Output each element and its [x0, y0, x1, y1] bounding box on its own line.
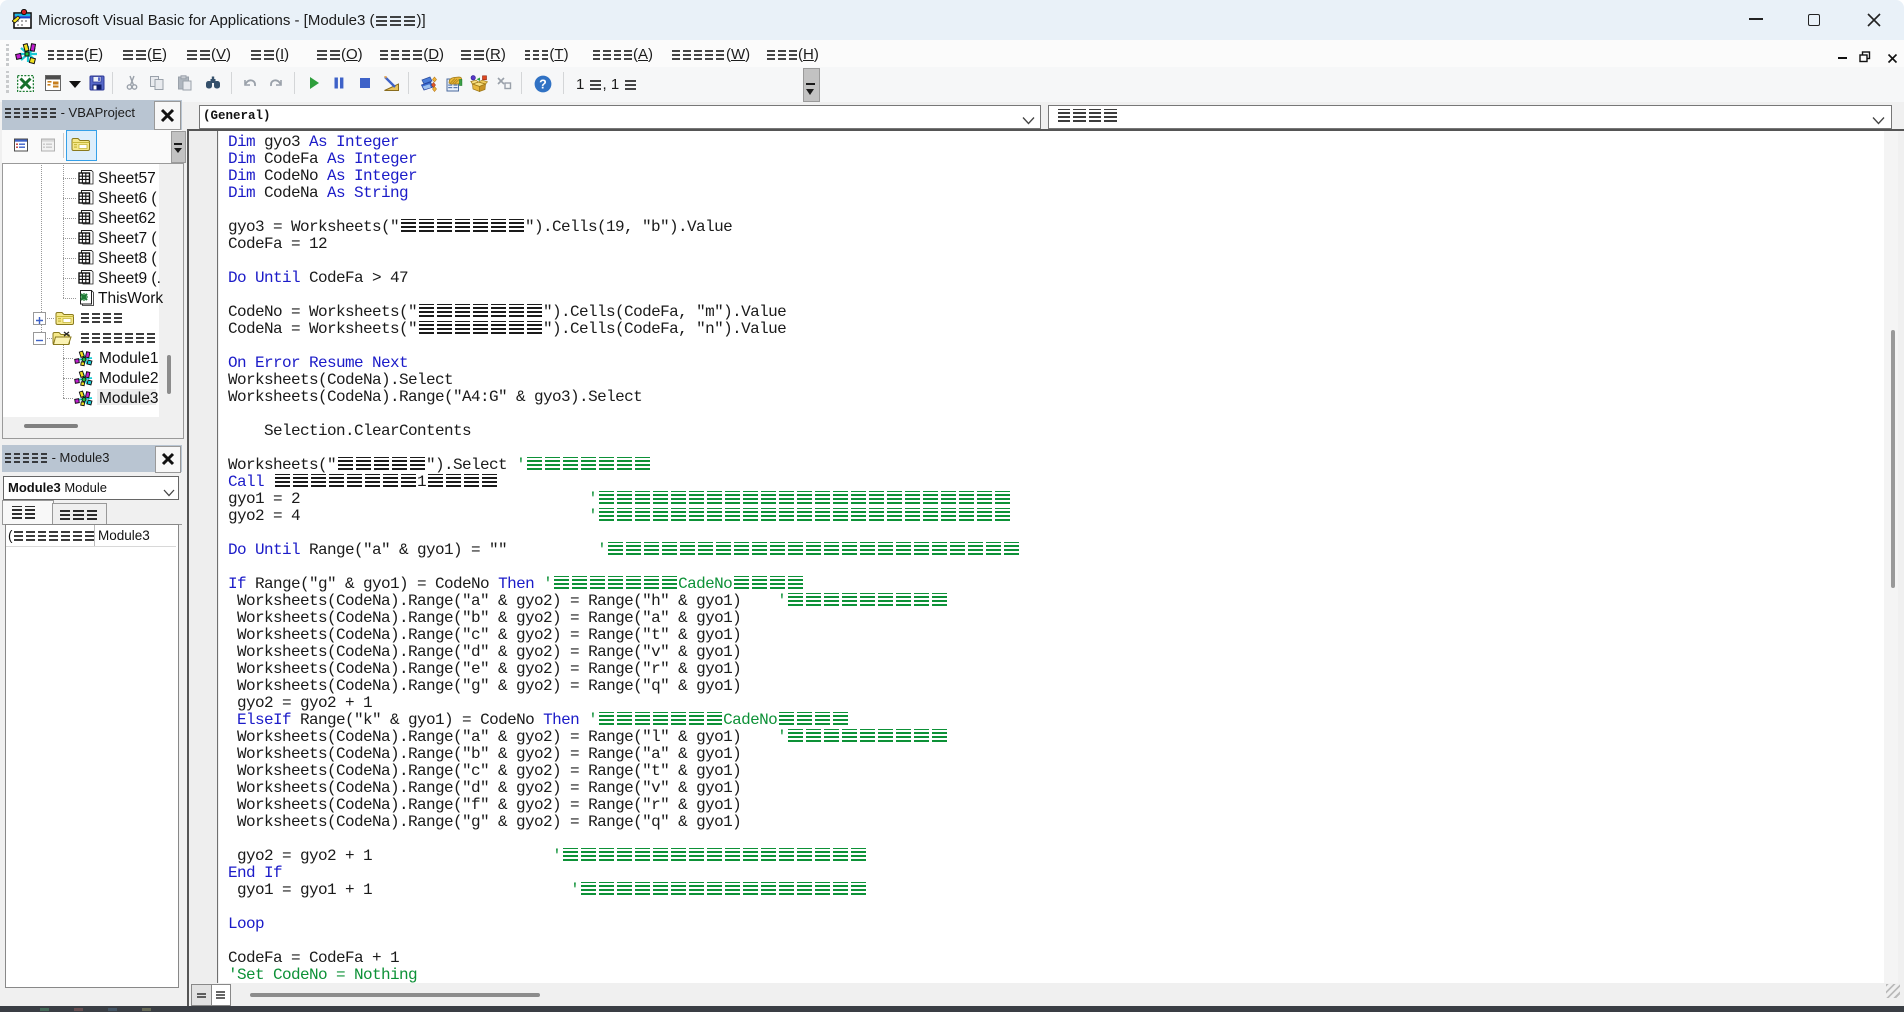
svg-text:?: ? — [539, 77, 547, 91]
